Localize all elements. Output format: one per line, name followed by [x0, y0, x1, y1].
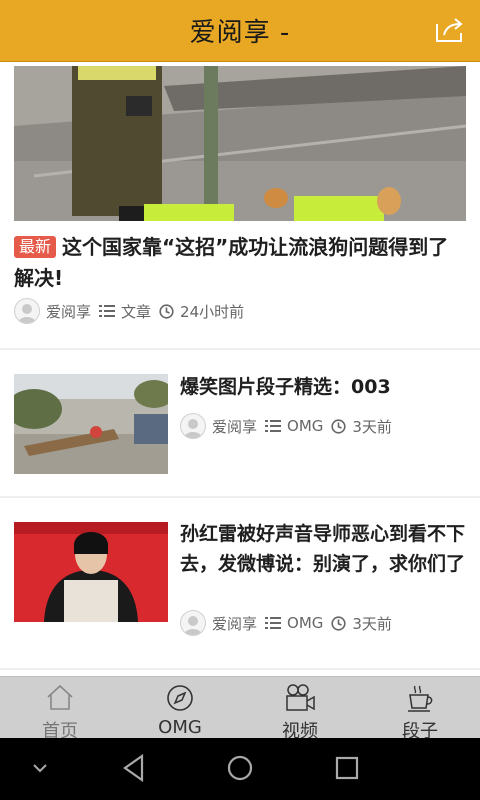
article-title[interactable]: 孙红雷被好声音导师恶心到看不下去，发微博说：别演了，求你们了: [180, 519, 466, 579]
author-name: 爱阅享: [46, 302, 92, 321]
user-icon: [184, 616, 202, 635]
post-time: 3天前: [352, 614, 392, 633]
article-thumbnail[interactable]: [14, 374, 168, 474]
post-time: 24小时前: [180, 302, 245, 321]
share-button[interactable]: [434, 16, 466, 44]
list-icon: [265, 420, 282, 432]
article-meta: 爱阅享 OMG 3天前: [180, 610, 392, 636]
user-icon: [184, 419, 202, 438]
hero-meta: 爱阅享 文章 24小时前: [14, 298, 244, 324]
tab-home[interactable]: 首页: [0, 677, 120, 742]
category-label: OMG: [287, 614, 324, 632]
tab-omg[interactable]: OMG: [120, 677, 240, 738]
article-title[interactable]: 爆笑图片段子精选：003: [180, 372, 466, 402]
new-badge: 最新: [14, 236, 57, 258]
category-label: OMG: [287, 417, 324, 435]
share-icon: [436, 18, 463, 42]
tab-jokes[interactable]: 段子: [360, 677, 480, 742]
home-circle-icon[interactable]: [224, 752, 256, 784]
author-name: 爱阅享: [212, 614, 258, 633]
tab-video[interactable]: 视频: [240, 677, 360, 742]
avatar: [14, 298, 40, 324]
home-icon: [47, 684, 73, 710]
clock-icon: [331, 615, 346, 631]
avatar: [180, 610, 206, 636]
system-nav-bar: [0, 738, 480, 800]
clock-icon: [331, 418, 346, 434]
divider: [0, 668, 480, 670]
post-time: 3天前: [352, 417, 392, 436]
divider: [0, 496, 480, 498]
category-label: 文章: [121, 302, 152, 321]
tab-label: OMG: [158, 717, 202, 738]
video-camera-icon: [286, 684, 315, 711]
article-thumbnail[interactable]: [14, 522, 168, 622]
page-title: 爱阅享 -: [189, 18, 291, 48]
recent-apps-icon[interactable]: [332, 752, 362, 784]
hero-image[interactable]: [14, 66, 466, 221]
list-icon: [99, 305, 116, 317]
compass-icon: [167, 685, 193, 711]
list-icon: [265, 617, 282, 629]
chevron-down-icon[interactable]: [30, 760, 50, 776]
user-icon: [18, 304, 36, 323]
article-meta: 爱阅享 OMG 3天前: [180, 413, 392, 439]
clock-icon: [159, 303, 174, 319]
avatar: [180, 413, 206, 439]
bottom-tab-bar: 首页 OMG 视频 段子: [0, 676, 480, 742]
hero-title-text: 这个国家靠“这招”成功让流浪狗问题得到了解决!: [14, 235, 449, 290]
app-header: 爱阅享 -: [0, 0, 480, 62]
divider: [0, 348, 480, 350]
article-feed[interactable]: 最新这个国家靠“这招”成功让流浪狗问题得到了解决! 爱阅享 文章 24小时前: [0, 62, 480, 676]
author-name: 爱阅享: [212, 417, 258, 436]
back-icon[interactable]: [120, 752, 148, 784]
hero-title[interactable]: 最新 这个国家靠“这招”成功让流浪狗问题得到了解决!: [14, 232, 466, 294]
coffee-cup-icon: [408, 685, 433, 712]
